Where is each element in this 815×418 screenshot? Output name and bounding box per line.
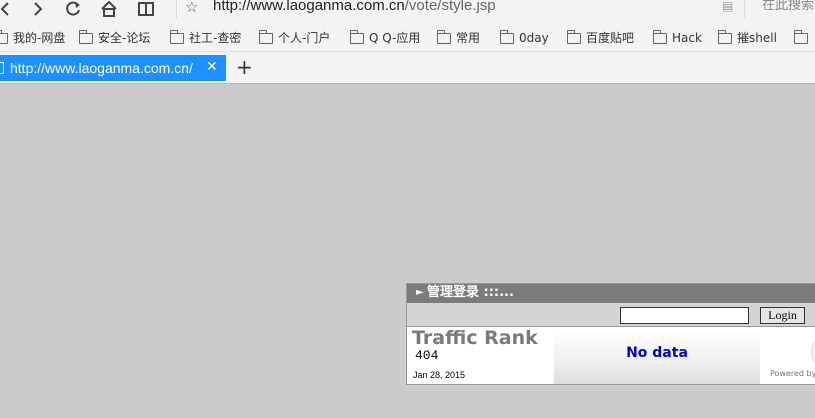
widget-header: ► 管理登录 :::... [407, 284, 815, 303]
search-input[interactable]: 在此搜索 [744, 0, 815, 18]
bookmark-item[interactable]: 个人-门户 [259, 29, 331, 46]
address-divider [176, 0, 177, 18]
rank-info: Traffic Rank 404 Jan 28, 2015 [407, 327, 554, 384]
search-placeholder: 在此搜索 [762, 0, 815, 13]
folder-icon [79, 29, 93, 44]
traffic-rank-panel: Traffic Rank 404 Jan 28, 2015 No data Po… [407, 327, 815, 384]
login-input[interactable] [620, 307, 749, 324]
bookmark-item[interactable]: 摧shell [718, 29, 777, 46]
page-content: ► 管理登录 :::... Login Traffic Rank 404 Jan… [0, 85, 815, 418]
no-data-text: No data [626, 345, 688, 361]
url-path: /vote/style.jsp [404, 0, 496, 14]
browser-window: ☆ http://www.laoganma.com.cn/vote/style.… [0, 0, 815, 418]
bookmark-item[interactable]: 0day [500, 29, 549, 46]
bookmark-label: Hack [672, 31, 702, 45]
bookmark-label: 0day [519, 31, 549, 45]
double-arrow-icon: ► [416, 287, 424, 298]
url-field[interactable]: http://www.laoganma.com.cn/vote/style.js… [213, 0, 496, 15]
bookmarks-bar: 我的-网盘 安全-论坛 社工-查密 个人-门户 Q Q-应用 常用 0day 百… [0, 24, 815, 52]
tab-active[interactable]: http://www.laoganma.com.cn/ ✕ [0, 55, 226, 81]
folder-icon [567, 29, 581, 44]
bookmark-item[interactable]: 百度贴吧 [567, 29, 635, 46]
back-icon[interactable] [0, 0, 14, 18]
folder-icon [350, 29, 364, 44]
bookmark-item[interactable]: Q Q-应用 [350, 29, 421, 46]
folder-icon [437, 29, 451, 44]
rank-value: 404 [415, 348, 439, 363]
folder-icon [0, 29, 8, 44]
bookmark-label: 安全-论坛 [98, 31, 151, 45]
address-bar-row: ☆ http://www.laoganma.com.cn/vote/style.… [0, 0, 815, 24]
bookmark-overflow[interactable] [794, 29, 813, 46]
bookmark-label: 个人-门户 [278, 31, 331, 45]
reload-icon[interactable] [64, 0, 82, 18]
powered-by-text: Powered by [770, 369, 815, 378]
rank-date: Jan 28, 2015 [413, 370, 466, 380]
provider-logo-icon [811, 337, 815, 367]
rank-chart-area: No data [554, 327, 760, 384]
bookmark-label: 社工-查密 [189, 31, 242, 45]
bookmark-label: 摧shell [737, 31, 777, 45]
folder-icon [794, 29, 808, 44]
login-button[interactable]: Login [760, 307, 805, 324]
tab-strip: http://www.laoganma.com.cn/ ✕ + [0, 52, 815, 84]
new-tab-button[interactable]: + [236, 57, 253, 77]
home-icon[interactable] [100, 0, 118, 18]
folder-icon [718, 29, 732, 44]
tab-title: http://www.laoganma.com.cn/ [10, 60, 193, 76]
page-favicon-icon [0, 62, 4, 74]
bookmark-item[interactable]: 安全-论坛 [79, 29, 151, 46]
bookmark-item[interactable]: Hack [653, 29, 702, 46]
folder-icon [170, 29, 184, 44]
forward-icon[interactable] [29, 0, 47, 18]
bookmark-item[interactable]: 我的-网盘 [0, 29, 66, 46]
star-icon[interactable]: ☆ [185, 0, 198, 15]
bookmark-label: 百度贴吧 [586, 31, 635, 45]
login-row: Login [407, 303, 815, 327]
bookmark-label: 常用 [456, 31, 481, 45]
reader-icon[interactable] [137, 0, 155, 18]
bookmark-item[interactable]: 常用 [437, 29, 481, 46]
bookmark-item[interactable]: 社工-查密 [170, 29, 242, 46]
widget-title: 管理登录 :::... [427, 285, 514, 300]
folder-icon [653, 29, 667, 44]
folder-icon [500, 29, 514, 44]
bookmark-label: Q Q-应用 [369, 31, 421, 45]
url-host: http://www.laoganma.com.cn [213, 0, 405, 14]
bookmark-label: 我的-网盘 [13, 31, 66, 45]
page-icon[interactable]: ▤ [722, 0, 733, 13]
folder-icon [259, 29, 273, 44]
rank-powered[interactable]: Powered by [760, 327, 815, 384]
close-icon[interactable]: ✕ [206, 59, 218, 75]
rank-title: Traffic Rank [412, 327, 538, 349]
admin-login-widget: ► 管理登录 :::... Login Traffic Rank 404 Jan… [406, 283, 815, 385]
